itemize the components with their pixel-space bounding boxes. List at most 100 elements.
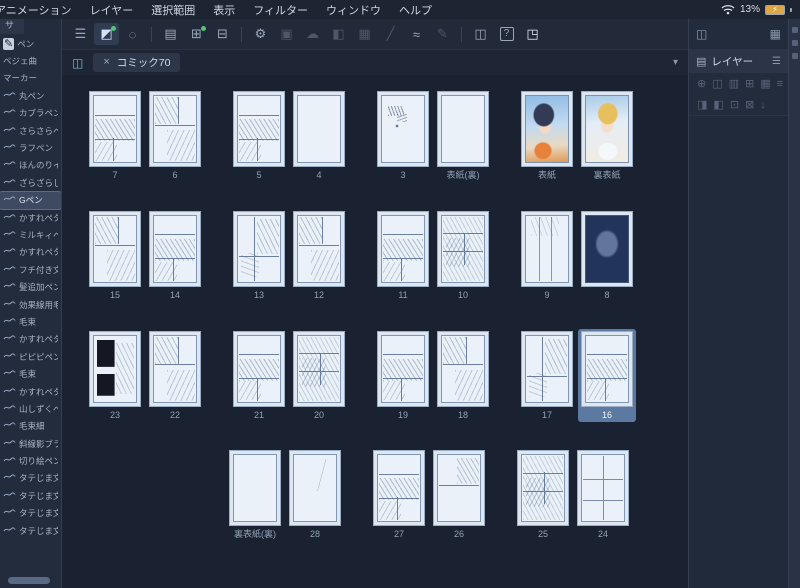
page-cell-6[interactable]: 6 bbox=[146, 89, 204, 183]
subtool-item-15[interactable]: 効果線用毛 bbox=[0, 296, 61, 313]
page-thumbnail[interactable] bbox=[149, 210, 201, 287]
subtool-item-4[interactable]: カブラペン bbox=[0, 105, 61, 122]
layer-menu-icon[interactable]: ≡ bbox=[777, 78, 783, 90]
fill-tool-icon[interactable]: ◧ bbox=[326, 23, 351, 45]
subtool-item-0[interactable]: ✎ ペン bbox=[0, 35, 61, 52]
page-cell-16[interactable]: 16 bbox=[578, 328, 636, 423]
page-thumbnail[interactable] bbox=[149, 330, 201, 407]
page-cell-表紙[interactable]: 表紙 bbox=[518, 89, 576, 183]
page-cell-14[interactable]: 14 bbox=[146, 209, 204, 303]
page-thumbnail[interactable] bbox=[377, 330, 429, 407]
tab-list-chevron-icon[interactable]: ▾ bbox=[673, 57, 678, 68]
subtool-item-6[interactable]: ラフペン bbox=[0, 139, 61, 156]
page-thumbnail[interactable] bbox=[433, 450, 485, 527]
page-cell-25[interactable]: 25 bbox=[514, 448, 572, 542]
page-cell-15[interactable]: 15 bbox=[86, 209, 144, 303]
merge-layer-icon[interactable]: ▦ bbox=[760, 77, 770, 90]
clipping-icon[interactable]: ⊡ bbox=[730, 98, 739, 111]
page-cell-27[interactable]: 27 bbox=[370, 448, 428, 542]
page-cell-17[interactable]: 17 bbox=[518, 329, 576, 423]
page-thumbnail[interactable] bbox=[521, 91, 573, 167]
dock-dot-icon[interactable] bbox=[791, 27, 798, 33]
layers-stack-icon[interactable]: ▣ bbox=[274, 23, 299, 45]
subtool-item-16[interactable]: 毛束 bbox=[0, 313, 61, 330]
page-cell-19[interactable]: 19 bbox=[374, 329, 432, 423]
menu-item-6[interactable]: ヘルプ bbox=[390, 0, 441, 20]
duplicate-layer-icon[interactable]: ⊞ bbox=[745, 77, 754, 90]
page-cell-7[interactable]: 7 bbox=[86, 89, 144, 183]
page-thumbnail[interactable] bbox=[289, 450, 341, 527]
subtool-item-5[interactable]: さらさらペ bbox=[0, 122, 61, 139]
page-thumbnail[interactable] bbox=[293, 210, 345, 287]
page-thumbnail[interactable] bbox=[233, 210, 285, 287]
subtool-item-20[interactable]: かすれペタ bbox=[0, 383, 61, 400]
deselect-icon[interactable]: ◌ bbox=[120, 23, 145, 45]
subtool-item-27[interactable]: タテじま文 bbox=[0, 505, 61, 522]
page-cell-9[interactable]: 9 bbox=[518, 209, 576, 303]
subtool-item-23[interactable]: 斜線影ブラ bbox=[0, 435, 61, 452]
page-cell-28[interactable]: 28 bbox=[286, 448, 344, 542]
reference-panel-icon[interactable]: ◫ bbox=[468, 23, 493, 45]
page-thumbnail[interactable] bbox=[377, 210, 429, 287]
page-cell-26[interactable]: 26 bbox=[430, 448, 488, 542]
page-cell-24[interactable]: 24 bbox=[574, 448, 632, 542]
menu-item-4[interactable]: フィルター bbox=[244, 0, 317, 20]
subtool-item-22[interactable]: 毛束細 bbox=[0, 418, 61, 435]
subtool-item-7[interactable]: ほんのりイ bbox=[0, 157, 61, 174]
delete-page-icon[interactable]: ⊟ bbox=[210, 23, 235, 45]
help-icon[interactable]: ? bbox=[494, 23, 519, 45]
page-thumbnail[interactable] bbox=[581, 210, 633, 287]
page-thumbnail[interactable] bbox=[89, 330, 141, 407]
page-thumbnail[interactable] bbox=[581, 91, 633, 167]
lock-transparency-icon[interactable]: ◧ bbox=[713, 98, 723, 111]
page-thumbnail[interactable] bbox=[521, 330, 573, 407]
subtool-item-10[interactable]: かすれペタ bbox=[0, 209, 61, 226]
subtool-item-17[interactable]: かすれペタ bbox=[0, 331, 61, 348]
new-layer-icon[interactable]: ◫ bbox=[712, 77, 722, 90]
subtool-item-11[interactable]: ミルキィペ bbox=[0, 226, 61, 243]
page-thumbnail[interactable] bbox=[581, 330, 633, 407]
page-thumbnail[interactable] bbox=[89, 91, 141, 167]
page-cell-18[interactable]: 18 bbox=[434, 329, 492, 423]
subtool-item-28[interactable]: タテじま文 bbox=[0, 522, 61, 539]
page-thumbnail[interactable] bbox=[437, 330, 489, 407]
page-thumbnail[interactable] bbox=[517, 450, 569, 527]
page-cell-裏表紙[interactable]: 裏表紙 bbox=[578, 89, 636, 183]
subtool-item-1[interactable]: ベジェ曲 bbox=[0, 52, 61, 69]
selection-tool-icon[interactable]: ◩ bbox=[94, 23, 119, 45]
subtool-item-25[interactable]: タテじま文 bbox=[0, 470, 61, 487]
canvas-tab[interactable]: × コミック70 bbox=[93, 53, 181, 72]
page-cell-13[interactable]: 13 bbox=[230, 209, 288, 303]
page-cell-20[interactable]: 20 bbox=[290, 329, 348, 423]
panel-grid-icon[interactable]: ▦ bbox=[770, 27, 781, 41]
page-thumbnail[interactable] bbox=[89, 210, 141, 287]
page-thumbnail[interactable] bbox=[577, 450, 629, 527]
subtool-item-12[interactable]: かすれペタ bbox=[0, 244, 61, 261]
dock-dot-icon[interactable] bbox=[791, 40, 798, 46]
page-cell-8[interactable]: 8 bbox=[578, 209, 636, 303]
page-thumbnail[interactable] bbox=[377, 91, 429, 167]
export-canvas-icon[interactable]: ◳ bbox=[520, 23, 545, 45]
subtool-item-8[interactable]: ざらざらし bbox=[0, 174, 61, 191]
page-cell-23[interactable]: 23 bbox=[86, 329, 144, 423]
panel-pages-icon[interactable]: ◫ bbox=[696, 27, 707, 41]
subtool-item-21[interactable]: 山しずくペ bbox=[0, 400, 61, 417]
cloud-sync-icon[interactable]: ☁ bbox=[300, 23, 325, 45]
page-cell-21[interactable]: 21 bbox=[230, 329, 288, 423]
page-thumbnail[interactable] bbox=[521, 210, 573, 287]
page-cell-22[interactable]: 22 bbox=[146, 329, 204, 423]
page-thumbnail[interactable] bbox=[437, 210, 489, 287]
line-tool-icon[interactable]: ╱ bbox=[378, 23, 403, 45]
curve-tool-icon[interactable]: ≈ bbox=[404, 23, 429, 45]
page-cell-3[interactable]: 3 bbox=[374, 89, 432, 183]
page-cell-5[interactable]: 5 bbox=[230, 89, 288, 183]
subtool-item-13[interactable]: フチ付き文 bbox=[0, 261, 61, 278]
subtool-item-3[interactable]: 丸ペン bbox=[0, 87, 61, 104]
subtool-item-18[interactable]: ピピピペン bbox=[0, 348, 61, 365]
grid-view-icon[interactable]: ▦ bbox=[352, 23, 377, 45]
mask-icon[interactable]: ⊠ bbox=[745, 98, 754, 111]
page-cell-10[interactable]: 10 bbox=[434, 209, 492, 303]
page-thumbnail[interactable] bbox=[233, 330, 285, 407]
delete-layer-icon[interactable]: ↓ bbox=[760, 99, 766, 111]
lock-layer-icon[interactable]: ◨ bbox=[697, 98, 707, 111]
